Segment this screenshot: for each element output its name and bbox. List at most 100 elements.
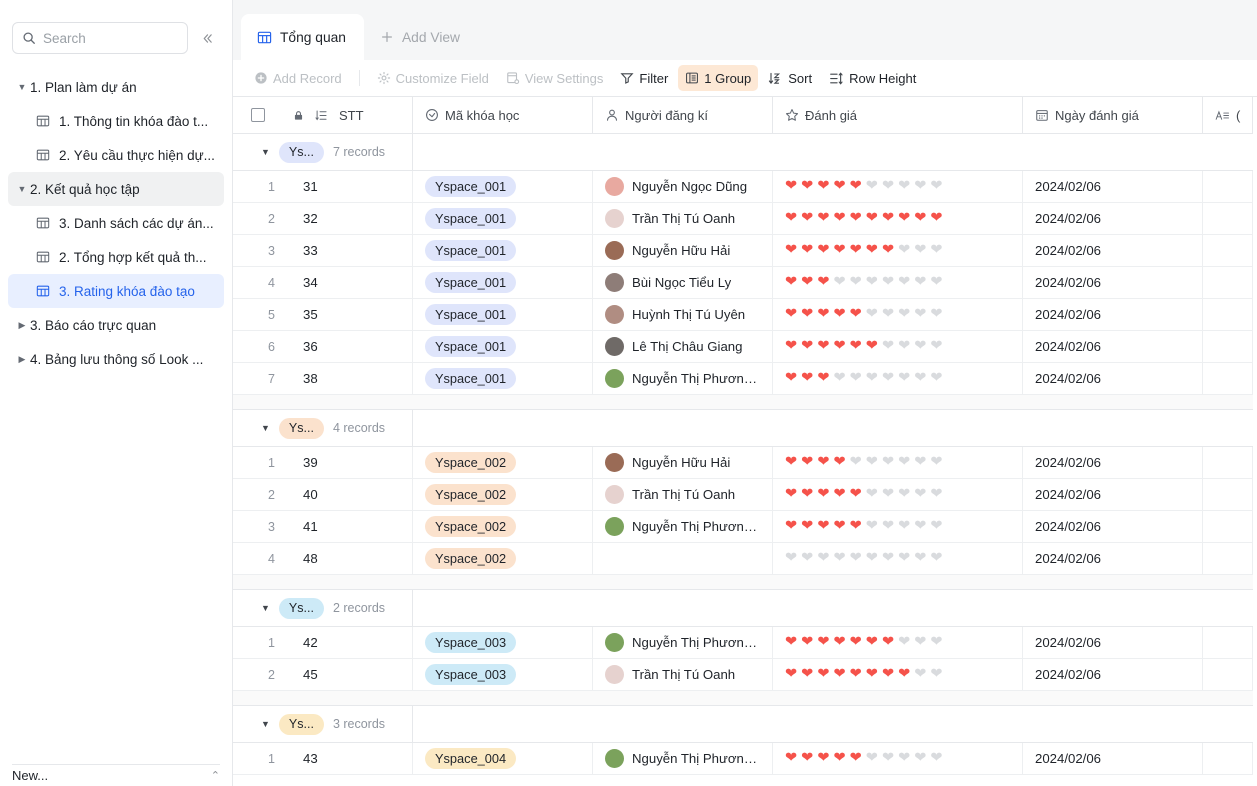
row-index-cell[interactable]: 5 35 [233, 299, 413, 330]
cell-danh-gia[interactable]: ❤ ❤ ❤ ❤ ❤ ❤ ❤ ❤ ❤ ❤ [773, 299, 1023, 330]
sidebar-item-yeu-cau-thuc-hien-du-an[interactable]: 2. Yêu cầu thực hiện dự... [8, 138, 224, 172]
sidebar-new-button[interactable]: New... ⌃ [12, 764, 220, 786]
cell-ngay-danh-gia[interactable]: 2024/02/06 [1023, 511, 1203, 542]
cell-nguoi-dang-ki[interactable] [593, 543, 773, 574]
heart-icon[interactable]: ❤ [785, 211, 797, 226]
heart-icon[interactable]: ❤ [801, 635, 813, 650]
cell-nguoi-dang-ki[interactable]: Lê Thị Châu Giang [593, 331, 773, 362]
heart-icon[interactable]: ❤ [930, 339, 942, 354]
heart-icon[interactable]: ❤ [850, 243, 862, 258]
row-height-button[interactable]: Row Height [822, 65, 923, 91]
row-index-cell[interactable]: 1 42 [233, 627, 413, 658]
heart-icon[interactable]: ❤ [801, 179, 813, 194]
cell-text-truncated[interactable] [1203, 627, 1253, 658]
heart-icon[interactable]: ❤ [817, 211, 829, 226]
cell-danh-gia[interactable]: ❤ ❤ ❤ ❤ ❤ ❤ ❤ ❤ ❤ ❤ [773, 659, 1023, 690]
cell-nguoi-dang-ki[interactable]: Trần Thị Tú Oanh [593, 659, 773, 690]
row-index-cell[interactable]: 1 31 [233, 171, 413, 202]
sidebar-item-thong-tin-khoa-dao-tao[interactable]: 1. Thông tin khóa đào t... [8, 104, 224, 138]
column-header-nguoi-dang-ki[interactable]: Người đăng kí [593, 97, 773, 133]
heart-icon[interactable]: ❤ [833, 519, 845, 534]
heart-icon[interactable]: ❤ [866, 751, 878, 766]
heart-icon[interactable]: ❤ [785, 307, 797, 322]
table-row[interactable]: 1 42 Yspace_003 Nguyễn Thị Phương ... ❤ ❤ ❤ ❤ ❤ ❤… [233, 627, 1253, 659]
group-collapse-icon[interactable]: ▼ [261, 603, 270, 613]
heart-icon[interactable]: ❤ [801, 243, 813, 258]
row-index-cell[interactable]: 6 36 [233, 331, 413, 362]
tab-tong-quan[interactable]: Tổng quan [241, 14, 364, 60]
table-row[interactable]: 1 31 Yspace_001 Nguyễn Ngọc Dũng ❤ ❤ ❤ ❤ ❤ ❤ ❤ ❤ ❤ ❤ 2… [233, 171, 1253, 203]
cell-nguoi-dang-ki[interactable]: Nguyễn Thị Phương ... [593, 511, 773, 542]
cell-danh-gia[interactable]: ❤ ❤ ❤ ❤ ❤ ❤ ❤ ❤ ❤ ❤ [773, 479, 1023, 510]
heart-icon[interactable]: ❤ [914, 371, 926, 386]
row-index-cell[interactable]: 4 48 [233, 543, 413, 574]
heart-icon[interactable]: ❤ [914, 519, 926, 534]
heart-icon[interactable]: ❤ [801, 519, 813, 534]
heart-icon[interactable]: ❤ [817, 551, 829, 566]
cell-text-truncated[interactable] [1203, 331, 1253, 362]
cell-danh-gia[interactable]: ❤ ❤ ❤ ❤ ❤ ❤ ❤ ❤ ❤ ❤ [773, 743, 1023, 774]
heart-icon[interactable]: ❤ [882, 667, 894, 682]
heart-icon[interactable]: ❤ [914, 179, 926, 194]
heart-icon[interactable]: ❤ [930, 371, 942, 386]
table-row[interactable]: 2 45 Yspace_003 Trần Thị Tú Oanh ❤ ❤ ❤ ❤ ❤ ❤ ❤ ❤ ❤ ❤ 2… [233, 659, 1253, 691]
heart-icon[interactable]: ❤ [817, 519, 829, 534]
search-input[interactable]: Search [12, 22, 188, 54]
column-header-danh-gia[interactable]: Đánh giá [773, 97, 1023, 133]
group-header-row[interactable]: ▼ Ys... 2 records [233, 590, 1253, 627]
cell-text-truncated[interactable] [1203, 235, 1253, 266]
heart-icon[interactable]: ❤ [850, 339, 862, 354]
heart-icon[interactable]: ❤ [801, 455, 813, 470]
cell-text-truncated[interactable] [1203, 659, 1253, 690]
heart-icon[interactable]: ❤ [817, 307, 829, 322]
cell-ma-khoa-hoc[interactable]: Yspace_003 [413, 659, 593, 690]
heart-icon[interactable]: ❤ [850, 179, 862, 194]
group-collapse-icon[interactable]: ▼ [261, 423, 270, 433]
heart-icon[interactable]: ❤ [930, 179, 942, 194]
table-row[interactable]: 1 39 Yspace_002 Nguyễn Hữu Hải ❤ ❤ ❤ ❤ ❤ ❤ ❤ ❤ ❤ ❤ 202… [233, 447, 1253, 479]
row-index-cell[interactable]: 4 34 [233, 267, 413, 298]
heart-icon[interactable]: ❤ [898, 519, 910, 534]
group-header-row[interactable]: ▼ Ys... 7 records [233, 134, 1253, 171]
row-index-cell[interactable]: 7 38 [233, 363, 413, 394]
heart-icon[interactable]: ❤ [833, 371, 845, 386]
heart-icon[interactable]: ❤ [866, 179, 878, 194]
cell-nguoi-dang-ki[interactable]: Nguyễn Thị Phương ... [593, 363, 773, 394]
cell-text-truncated[interactable] [1203, 743, 1253, 774]
cell-danh-gia[interactable]: ❤ ❤ ❤ ❤ ❤ ❤ ❤ ❤ ❤ ❤ [773, 267, 1023, 298]
heart-icon[interactable]: ❤ [850, 371, 862, 386]
heart-icon[interactable]: ❤ [785, 751, 797, 766]
cell-ngay-danh-gia[interactable]: 2024/02/06 [1023, 479, 1203, 510]
heart-icon[interactable]: ❤ [866, 275, 878, 290]
heart-icon[interactable]: ❤ [817, 275, 829, 290]
heart-icon[interactable]: ❤ [850, 551, 862, 566]
heart-icon[interactable]: ❤ [930, 275, 942, 290]
heart-icon[interactable]: ❤ [833, 307, 845, 322]
heart-icon[interactable]: ❤ [801, 667, 813, 682]
cell-danh-gia[interactable]: ❤ ❤ ❤ ❤ ❤ ❤ ❤ ❤ ❤ ❤ [773, 235, 1023, 266]
cell-text-truncated[interactable] [1203, 203, 1253, 234]
cell-nguoi-dang-ki[interactable]: Nguyễn Hữu Hải [593, 447, 773, 478]
cell-ngay-danh-gia[interactable]: 2024/02/06 [1023, 171, 1203, 202]
heart-icon[interactable]: ❤ [866, 371, 878, 386]
cell-ma-khoa-hoc[interactable]: Yspace_002 [413, 479, 593, 510]
heart-icon[interactable]: ❤ [833, 551, 845, 566]
heart-icon[interactable]: ❤ [866, 211, 878, 226]
heart-icon[interactable]: ❤ [801, 211, 813, 226]
heart-icon[interactable]: ❤ [914, 487, 926, 502]
cell-ngay-danh-gia[interactable]: 2024/02/06 [1023, 299, 1203, 330]
heart-icon[interactable]: ❤ [882, 551, 894, 566]
heart-icon[interactable]: ❤ [898, 551, 910, 566]
cell-text-truncated[interactable] [1203, 171, 1253, 202]
cell-text-truncated[interactable] [1203, 447, 1253, 478]
heart-icon[interactable]: ❤ [930, 307, 942, 322]
row-index-cell[interactable]: 2 32 [233, 203, 413, 234]
heart-icon[interactable]: ❤ [785, 371, 797, 386]
heart-icon[interactable]: ❤ [817, 339, 829, 354]
heart-icon[interactable]: ❤ [817, 455, 829, 470]
cell-danh-gia[interactable]: ❤ ❤ ❤ ❤ ❤ ❤ ❤ ❤ ❤ ❤ [773, 627, 1023, 658]
column-header-text-truncated[interactable]: ( [1203, 97, 1253, 133]
group-header-row[interactable]: ▼ Ys... 3 records [233, 706, 1253, 743]
heart-icon[interactable]: ❤ [866, 307, 878, 322]
heart-icon[interactable]: ❤ [930, 211, 942, 226]
